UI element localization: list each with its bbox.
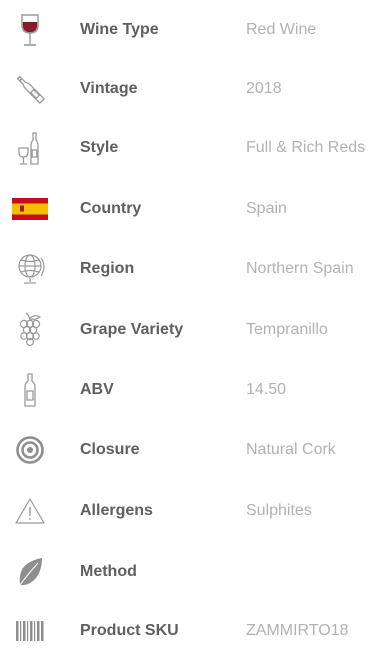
spec-value: Northern Spain — [246, 260, 354, 277]
spec-label: Product SKU — [80, 622, 179, 639]
spec-value: Spain — [246, 200, 287, 217]
spec-value: 2018 — [246, 80, 282, 97]
spec-value: Red Wine — [246, 21, 317, 38]
spec-label: Closure — [80, 441, 140, 458]
spec-row-vintage: Vintage 2018 — [0, 69, 388, 109]
leaf-icon — [10, 552, 50, 592]
spec-label: Region — [80, 260, 135, 277]
spec-row-style: Style Full & Rich Reds — [0, 128, 388, 168]
cork-target-icon — [10, 430, 50, 470]
warning-icon — [10, 491, 50, 531]
spec-label: Vintage — [80, 80, 138, 97]
spec-value: Natural Cork — [246, 441, 336, 458]
spec-row-wine-type: Wine Type Red Wine — [0, 10, 388, 50]
spec-row-closure: Closure Natural Cork — [0, 430, 388, 470]
spec-label: Allergens — [80, 502, 153, 519]
wine-glass-icon — [10, 10, 50, 50]
spec-value: Tempranillo — [246, 321, 328, 338]
spec-value: ZAMMIRTO18 — [246, 622, 349, 639]
barcode-icon — [10, 611, 50, 651]
spec-label: Country — [80, 200, 142, 217]
spec-row-allergens: Allergens Sulphites — [0, 491, 388, 531]
spec-value: Full & Rich Reds — [246, 139, 366, 156]
spec-row-product-sku: Product SKU ZAMMIRTO18 — [0, 611, 388, 651]
spec-row-grape-variety: Grape Variety Tempranillo — [0, 310, 388, 350]
spec-label: ABV — [80, 381, 114, 398]
spec-row-abv: ABV 14.50 — [0, 370, 388, 410]
bottle-glass-icon — [10, 128, 50, 168]
spain-flag-icon — [10, 189, 50, 229]
spec-label: Method — [80, 563, 137, 580]
spec-value: 14.50 — [246, 381, 287, 398]
globe-icon — [10, 249, 50, 289]
small-bottle-icon — [10, 370, 50, 410]
wine-specs-list: Wine Type Red Wine Vintage 2018 Style Fu… — [0, 0, 388, 643]
grapes-icon — [10, 310, 50, 350]
spec-label: Wine Type — [80, 21, 159, 38]
spec-label: Style — [80, 139, 119, 156]
spec-row-method: Method — [0, 552, 388, 592]
spec-row-country: Country Spain — [0, 189, 388, 229]
spec-row-region: Region Northern Spain — [0, 249, 388, 289]
spec-label: Grape Variety — [80, 321, 184, 338]
spec-value: Sulphites — [246, 502, 312, 519]
bottle-icon — [10, 69, 50, 109]
